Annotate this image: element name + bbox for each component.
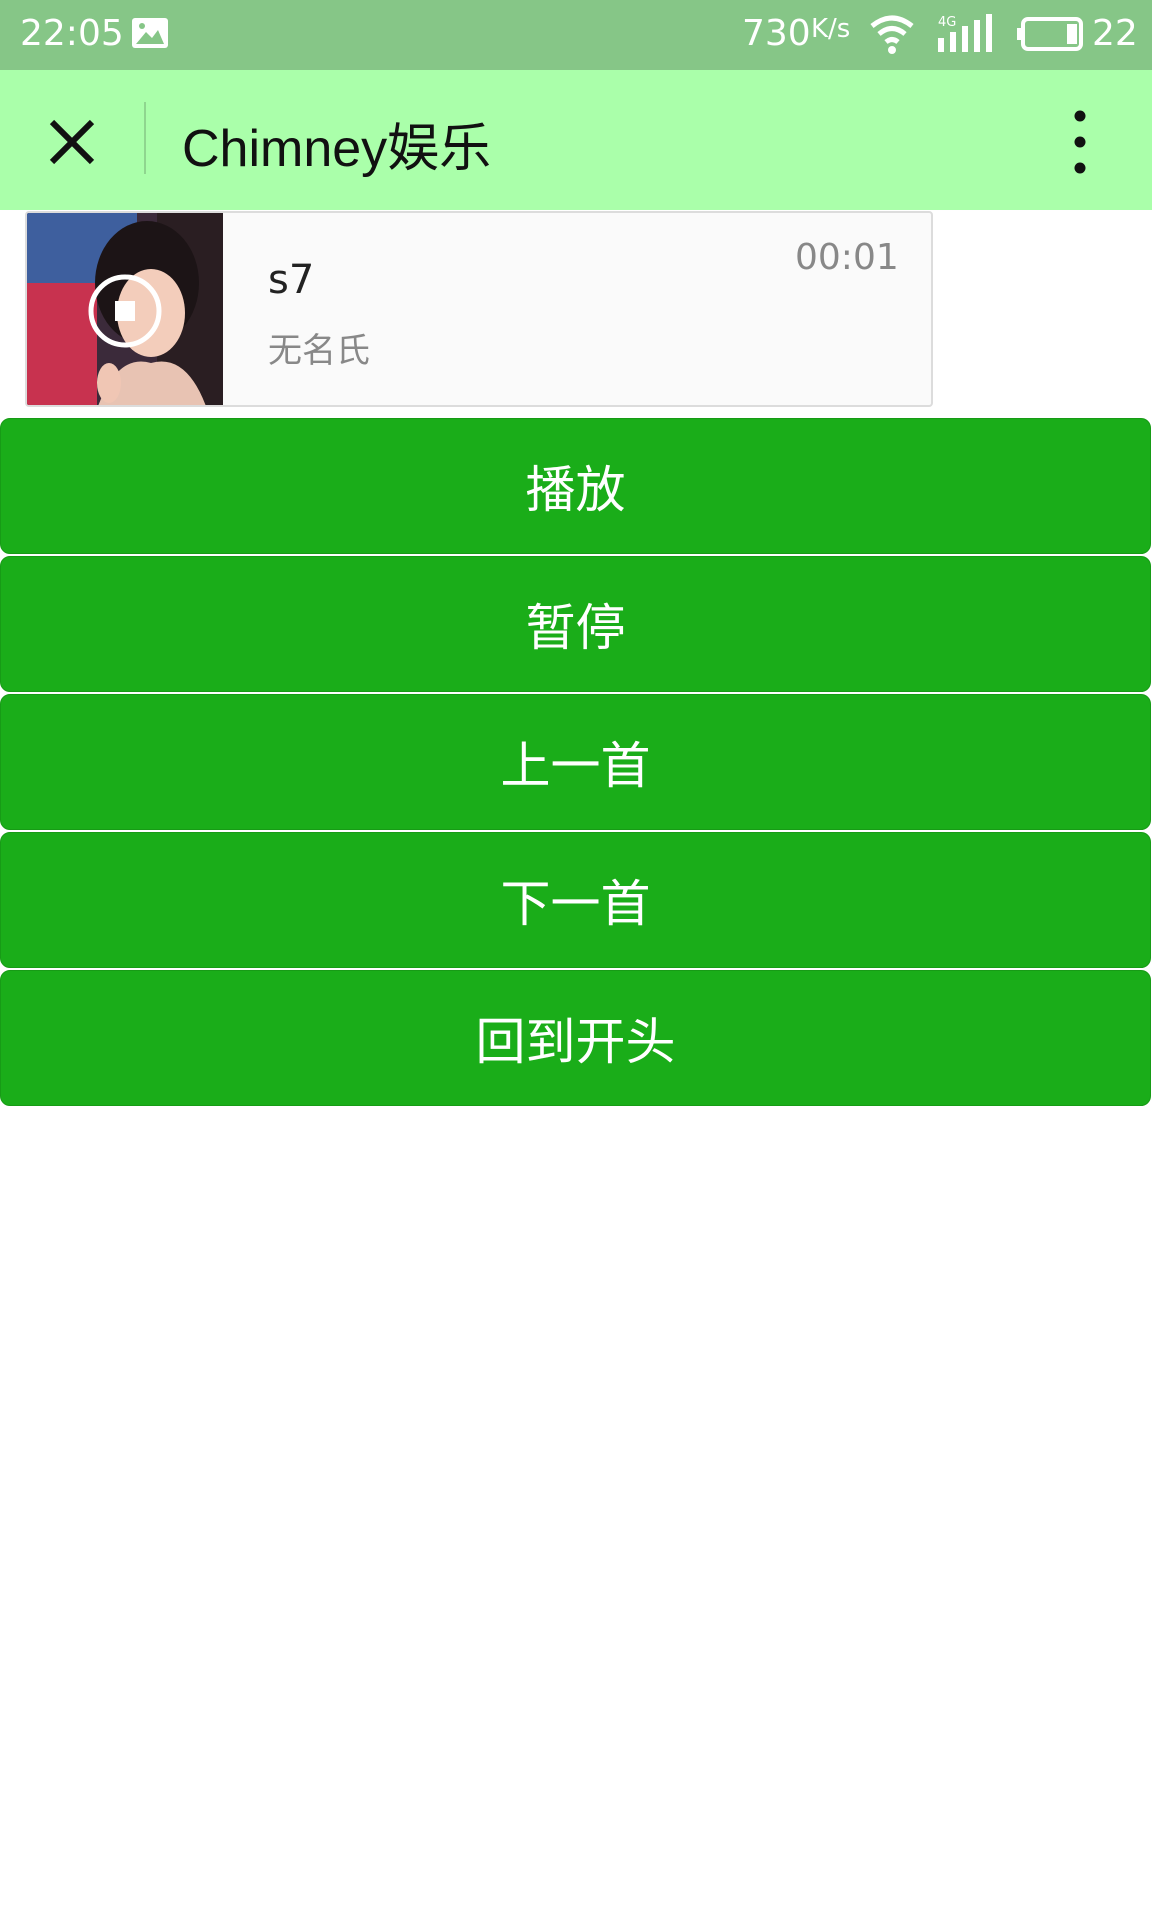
signal-icon: 4G — [936, 12, 998, 65]
cover-image — [27, 213, 223, 405]
album-cover[interactable] — [27, 213, 223, 405]
more-vertical-icon — [1074, 110, 1086, 174]
network-speed-value: 730 — [742, 13, 811, 54]
status-bar: 22:05 730 K/s 4G 22 — [0, 0, 1152, 70]
song-time: 00:01 — [795, 237, 899, 278]
audio-player: s7 无名氏 00:01 — [25, 211, 933, 407]
close-button[interactable] — [36, 106, 108, 178]
more-button[interactable] — [1058, 106, 1102, 178]
close-icon — [49, 119, 95, 165]
song-name: s7 — [268, 257, 315, 303]
title-bar: Chimney娱乐 — [0, 70, 1152, 210]
restart-button[interactable]: 回到开头 — [0, 970, 1151, 1106]
song-author: 无名氏 — [268, 331, 370, 371]
previous-button[interactable]: 上一首 — [0, 694, 1151, 830]
network-speed-unit: K/s — [811, 14, 851, 44]
network-type-label: 4G — [938, 15, 956, 30]
image-icon — [130, 16, 170, 59]
stop-icon — [115, 301, 135, 321]
play-button[interactable]: 播放 — [0, 418, 1151, 554]
pause-button[interactable]: 暂停 — [0, 556, 1151, 692]
title-divider — [144, 102, 146, 174]
wifi-icon — [868, 12, 916, 65]
battery-level: 22 — [1092, 13, 1138, 54]
page-title: Chimney娱乐 — [182, 120, 492, 178]
status-time: 22:05 — [20, 13, 124, 54]
battery-icon — [1017, 16, 1085, 61]
next-button[interactable]: 下一首 — [0, 832, 1151, 968]
